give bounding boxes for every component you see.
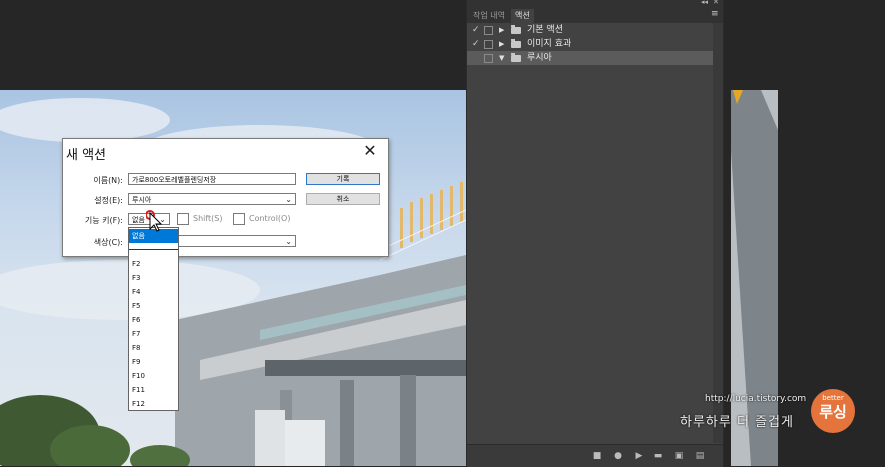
color-label: 색상(C): xyxy=(93,238,123,247)
play-icon[interactable]: ▶ xyxy=(633,450,645,462)
dropdown-option[interactable]: F6 xyxy=(129,313,178,327)
dropdown-option[interactable]: F4 xyxy=(129,285,178,299)
action-set-label: 루시아 xyxy=(527,53,552,63)
check-icon[interactable]: ✓ xyxy=(472,23,480,37)
name-label: 이름(N): xyxy=(93,176,123,185)
set-label: 설정(E): xyxy=(94,196,123,205)
new-set-icon[interactable]: ▬ xyxy=(652,450,664,462)
folder-icon xyxy=(511,39,521,48)
divider xyxy=(129,249,178,250)
action-set-label: 이미지 효과 xyxy=(527,39,572,49)
expand-icon[interactable]: ▶ xyxy=(499,37,504,51)
new-action-dialog: 새 액션 ✕ 이름(N): 가로800오토레벨플렌딩저장 설정(E): 루시아 … xyxy=(62,138,389,257)
control-checkbox[interactable] xyxy=(233,213,245,225)
blog-logo: better 루싱 xyxy=(811,389,855,433)
action-set-row[interactable]: ✓ ▶ 이미지 효과 xyxy=(467,37,713,51)
set-value: 루시아 xyxy=(132,196,152,204)
dropdown-option[interactable]: F2 xyxy=(129,257,178,271)
set-select[interactable]: 루시아 ⌄ xyxy=(128,193,296,205)
watermark-url: http://lucia.tistory.com xyxy=(705,394,807,404)
expand-icon[interactable]: ▶ xyxy=(499,23,504,37)
panel-menu-icon[interactable]: ≡ xyxy=(711,9,719,19)
canvas-edge xyxy=(731,90,778,466)
name-field[interactable]: 가로800오토레벨플렌딩저장 xyxy=(128,173,296,185)
folder-icon xyxy=(511,25,521,34)
dialog-toggle-icon[interactable] xyxy=(484,40,493,49)
dropdown-option[interactable]: F3 xyxy=(129,271,178,285)
shift-label: Shift(S) xyxy=(193,214,223,223)
dropdown-option[interactable]: F12 xyxy=(129,397,178,411)
new-action-icon[interactable]: ▣ xyxy=(673,450,685,462)
actions-panel: ◂◂ ✕ 작업 내역 액션 ≡ ✓ ▶ 기본 액션 ✓ ▶ 이미지 효과 ▼ 루… xyxy=(466,0,724,467)
function-key-value: 없음 xyxy=(132,216,145,224)
panel-titlebar: ◂◂ ✕ xyxy=(467,0,723,9)
control-label: Control(O) xyxy=(249,214,291,223)
action-set-row[interactable]: ✓ ▶ 기본 액션 xyxy=(467,23,713,37)
panel-close-icon[interactable]: ✕ xyxy=(713,0,719,6)
dialog-toggle-icon[interactable] xyxy=(484,54,493,63)
dropdown-option[interactable]: F7 xyxy=(129,327,178,341)
dropdown-option[interactable]: F5 xyxy=(129,299,178,313)
collapse-icon[interactable]: ◂◂ xyxy=(701,0,708,6)
dialog-title: 새 액션 xyxy=(66,148,107,163)
record-icon[interactable]: ● xyxy=(612,450,624,462)
shift-checkbox[interactable] xyxy=(177,213,189,225)
delete-icon[interactable]: ▤ xyxy=(694,450,706,462)
logo-top-text: better xyxy=(822,394,844,402)
action-set-label: 기본 액션 xyxy=(527,25,563,35)
function-key-dropdown: 없음 F2 F3 F4 F5 F6 F7 F8 F9 F10 F11 F12 xyxy=(128,227,179,411)
dialog-toggle-icon[interactable] xyxy=(484,26,493,35)
function-key-label: 기능 키(F): xyxy=(84,216,123,225)
record-button[interactable]: 기록 xyxy=(306,173,380,185)
close-icon[interactable]: ✕ xyxy=(361,142,379,160)
mouse-cursor-icon xyxy=(145,210,163,236)
collapse-icon[interactable]: ▼ xyxy=(499,51,504,65)
folder-icon xyxy=(511,53,521,62)
watermark-tagline: 하루하루 더 즐겁게 xyxy=(680,415,794,430)
chevron-down-icon: ⌄ xyxy=(285,195,292,204)
panel-tabs: 작업 내역 액션 ≡ xyxy=(467,9,723,23)
logo-main-text: 루싱 xyxy=(819,403,847,421)
stop-icon[interactable]: ■ xyxy=(591,450,603,462)
dropdown-option[interactable]: F8 xyxy=(129,341,178,355)
chevron-down-icon: ⌄ xyxy=(285,237,292,246)
dropdown-option[interactable]: F11 xyxy=(129,383,178,397)
tab-actions[interactable]: 액션 xyxy=(511,9,534,23)
panel-footer: ■ ● ▶ ▬ ▣ ▤ xyxy=(467,444,723,467)
tab-history[interactable]: 작업 내역 xyxy=(469,9,509,23)
panel-scrollbar[interactable] xyxy=(713,23,723,443)
dropdown-option[interactable]: F9 xyxy=(129,355,178,369)
dropdown-option[interactable]: F10 xyxy=(129,369,178,383)
check-icon[interactable]: ✓ xyxy=(472,37,480,51)
workspace-background xyxy=(0,0,466,90)
cancel-button[interactable]: 취소 xyxy=(306,193,380,205)
action-set-row-selected[interactable]: ▼ 루시아 xyxy=(467,51,713,65)
